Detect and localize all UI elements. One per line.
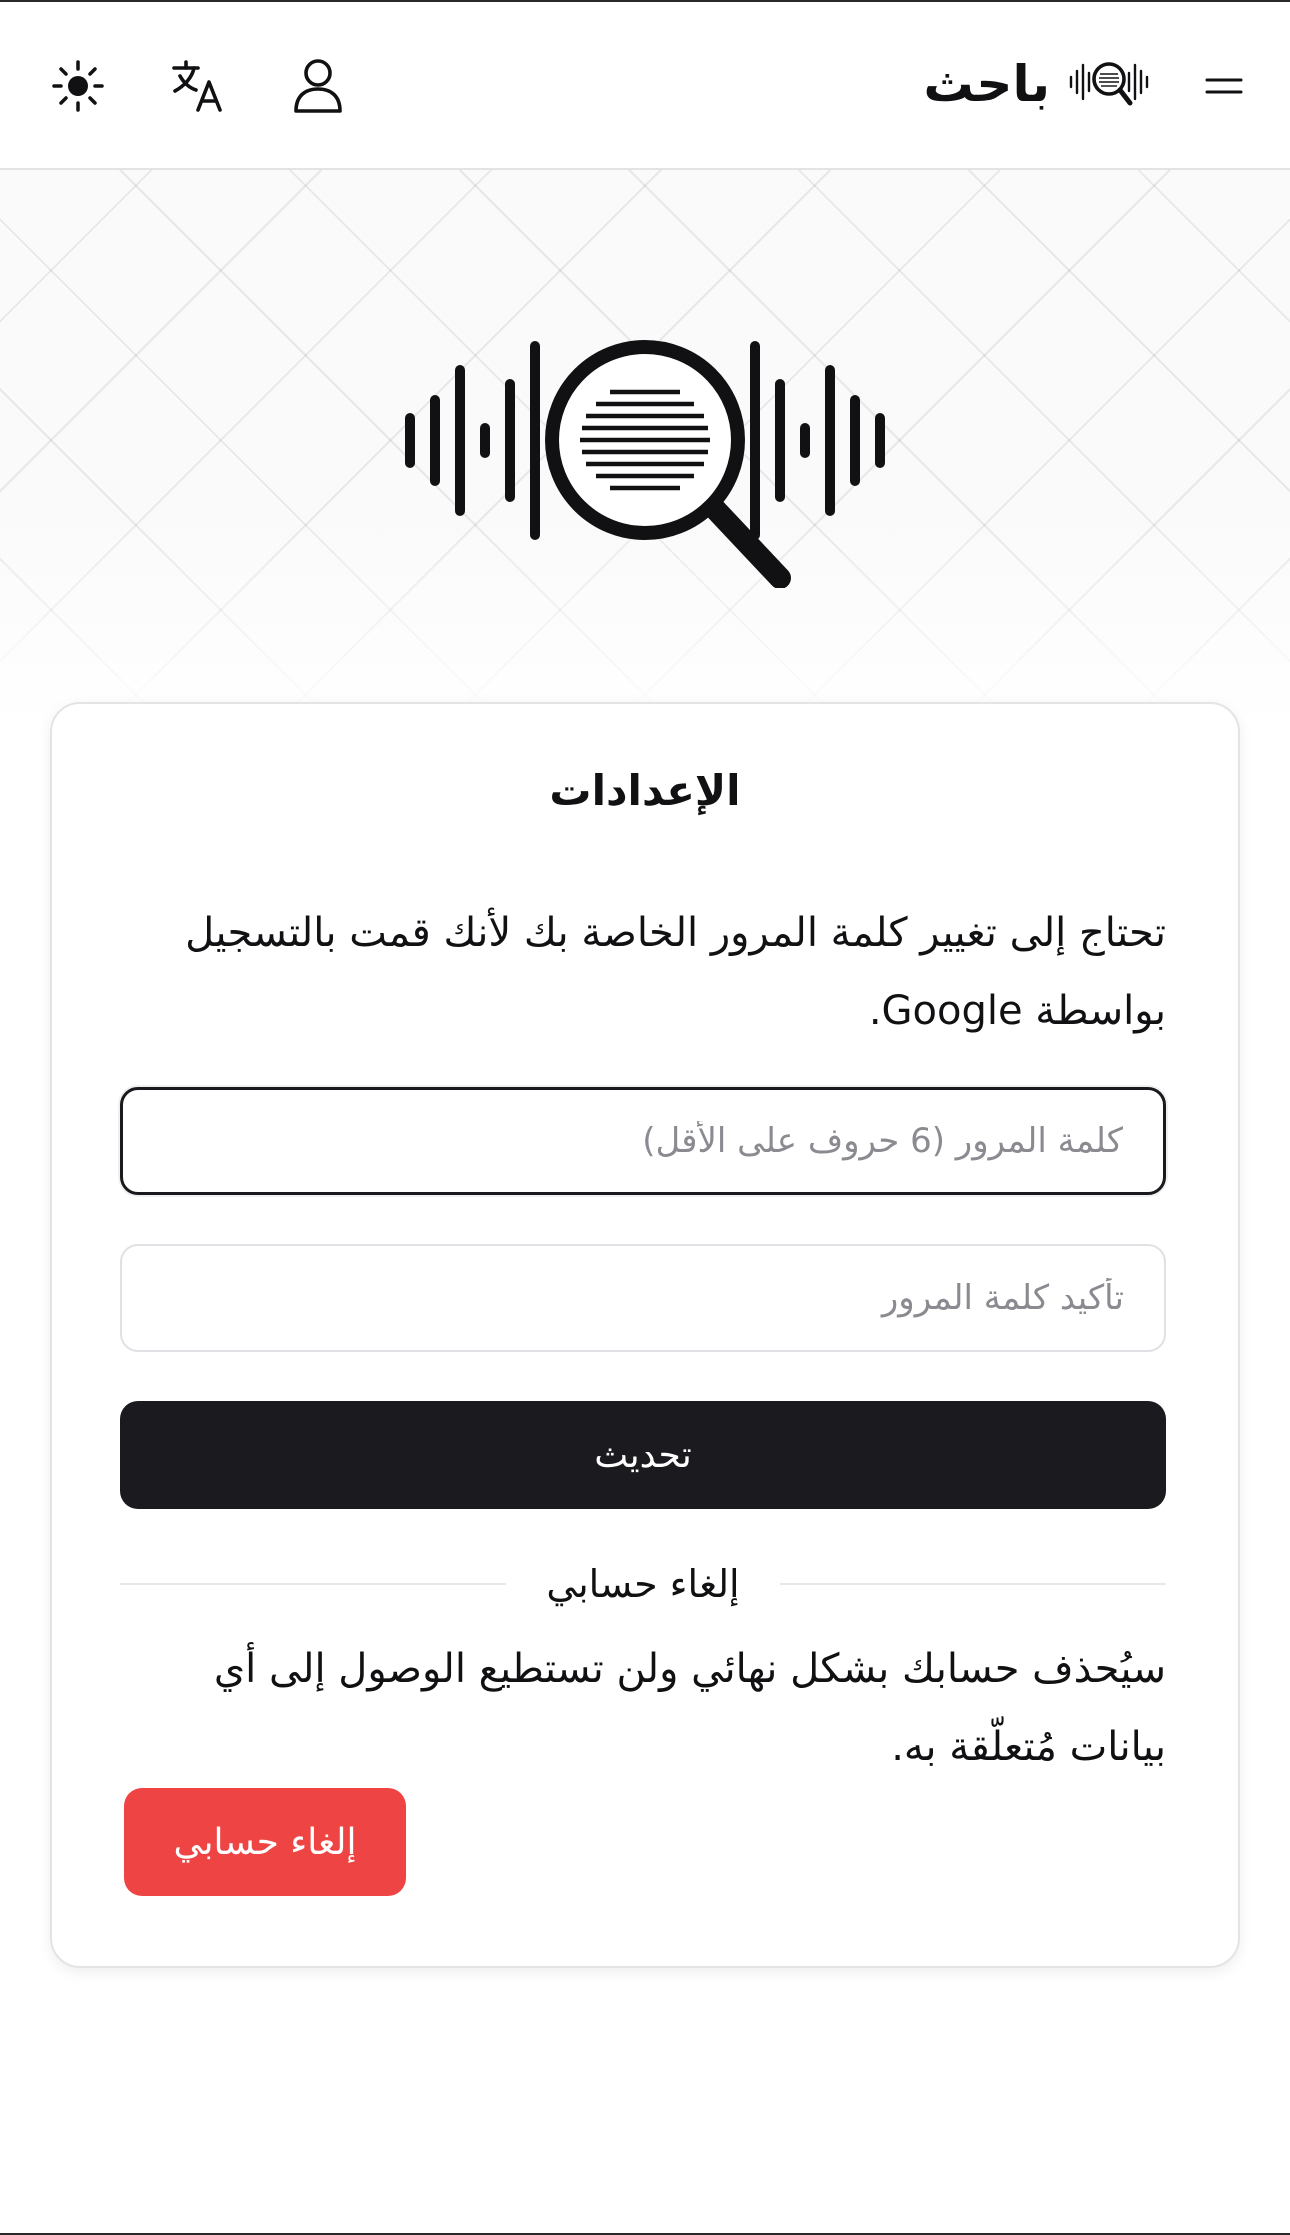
settings-page: باحث الإعدادات تحتاج إلى تغيير كلمة المر… [0,0,1290,2235]
sun-icon [50,58,106,114]
cancel-account-button[interactable]: إلغاء حسابي [124,1788,406,1896]
cancel-account-divider: إلغاء حسابي [120,1554,1166,1614]
hero-banner [0,170,1290,730]
cancel-account-heading: إلغاء حسابي [546,1562,740,1606]
update-button[interactable]: تحديث [120,1401,1166,1509]
password-input[interactable] [120,1087,1166,1195]
top-navbar: باحث [0,2,1290,170]
waveform-magnifier-logo [400,288,890,592]
user-icon [290,56,346,116]
settings-card: الإعدادات تحتاج إلى تغيير كلمة المرور ال… [50,702,1240,1968]
brand[interactable]: باحث [923,42,1154,126]
google-password-notice: تحتاج إلى تغيير كلمة المرور الخاصة بك لأ… [185,910,1166,1034]
profile-button[interactable] [280,48,356,124]
divider-line [779,1583,1166,1585]
cancel-account-warning: سيُحذف حسابك بشكل نهائي ولن تستطيع الوصو… [213,1646,1166,1770]
divider-line [120,1583,507,1585]
menu-icon [1204,71,1244,101]
brand-name: باحث [923,55,1050,113]
confirm-password-input[interactable] [120,1244,1166,1352]
waveform-magnifier-logo [1068,55,1154,113]
language-toggle-button[interactable] [160,48,236,124]
translate-icon [168,56,228,116]
theme-toggle-button[interactable] [40,48,116,124]
settings-title: الإعدادات [549,766,741,815]
menu-button[interactable] [1186,48,1262,124]
